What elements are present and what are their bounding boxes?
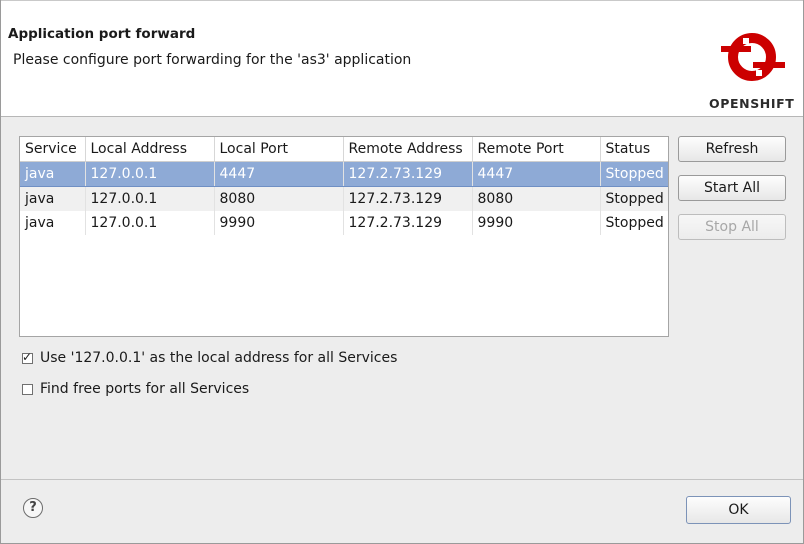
column-header-status[interactable]: Status xyxy=(600,137,668,162)
cell-service: java xyxy=(20,211,86,235)
use-local-address-checkbox[interactable] xyxy=(22,350,33,364)
cell-remote-address: 127.2.73.129 xyxy=(343,211,473,235)
table-row[interactable]: java 127.0.0.1 9990 127.2.73.129 9990 St… xyxy=(20,211,668,235)
table-header-row: Service Local Address Local Port Remote … xyxy=(20,137,668,162)
find-free-ports-label: Find free ports for all Services xyxy=(40,381,250,397)
openshift-logo-icon xyxy=(721,33,785,81)
cell-service: java xyxy=(20,186,86,211)
logo-text: OPENSHIFT xyxy=(709,96,795,111)
openshift-logo: OPENSHIFT xyxy=(708,23,796,113)
use-local-address-label: Use '127.0.0.1' as the local address for… xyxy=(40,350,398,366)
cell-remote-port: 8080 xyxy=(472,186,601,211)
find-free-ports-checkbox[interactable] xyxy=(22,383,33,395)
column-header-remote-address[interactable]: Remote Address xyxy=(343,137,473,162)
dialog-message: Please configure port forwarding for the… xyxy=(13,52,412,68)
find-free-ports-option[interactable]: Find free ports for all Services xyxy=(22,379,249,399)
cell-local-port: 8080 xyxy=(214,186,344,211)
cell-local-address: 127.0.0.1 xyxy=(85,161,215,187)
cell-local-address: 127.0.0.1 xyxy=(85,186,215,211)
cell-service: java xyxy=(20,161,86,187)
cell-local-address: 127.0.0.1 xyxy=(85,211,215,235)
cell-status: Stopped xyxy=(600,186,668,211)
footer-divider xyxy=(1,479,803,480)
question-mark-icon[interactable]: ? xyxy=(23,498,43,518)
dialog-title: Application port forward xyxy=(8,26,196,42)
cell-remote-address: 127.2.73.129 xyxy=(343,186,473,211)
column-header-local-port[interactable]: Local Port xyxy=(214,137,344,162)
cell-local-port: 9990 xyxy=(214,211,344,235)
stop-all-button: Stop All xyxy=(678,214,786,240)
table-row[interactable]: java 127.0.0.1 4447 127.2.73.129 4447 St… xyxy=(20,161,668,187)
refresh-button[interactable]: Refresh xyxy=(678,136,786,162)
ok-button[interactable]: OK xyxy=(686,496,791,524)
port-forward-dialog: Application port forward Please configur… xyxy=(0,0,804,544)
start-all-button[interactable]: Start All xyxy=(678,175,786,201)
use-local-address-option[interactable]: Use '127.0.0.1' as the local address for… xyxy=(22,348,397,368)
port-forward-table[interactable]: Service Local Address Local Port Remote … xyxy=(19,136,669,337)
cell-status: Stopped xyxy=(600,211,668,235)
column-header-service[interactable]: Service xyxy=(20,137,86,162)
table-row[interactable]: java 127.0.0.1 8080 127.2.73.129 8080 St… xyxy=(20,186,668,211)
cell-remote-address: 127.2.73.129 xyxy=(343,161,473,187)
cell-remote-port: 4447 xyxy=(472,161,601,187)
dialog-header: Application port forward Please configur… xyxy=(1,1,803,117)
column-header-local-address[interactable]: Local Address xyxy=(85,137,215,162)
cell-local-port: 4447 xyxy=(214,161,344,187)
column-header-remote-port[interactable]: Remote Port xyxy=(472,137,601,162)
cell-remote-port: 9990 xyxy=(472,211,601,235)
cell-status: Stopped xyxy=(600,161,668,187)
